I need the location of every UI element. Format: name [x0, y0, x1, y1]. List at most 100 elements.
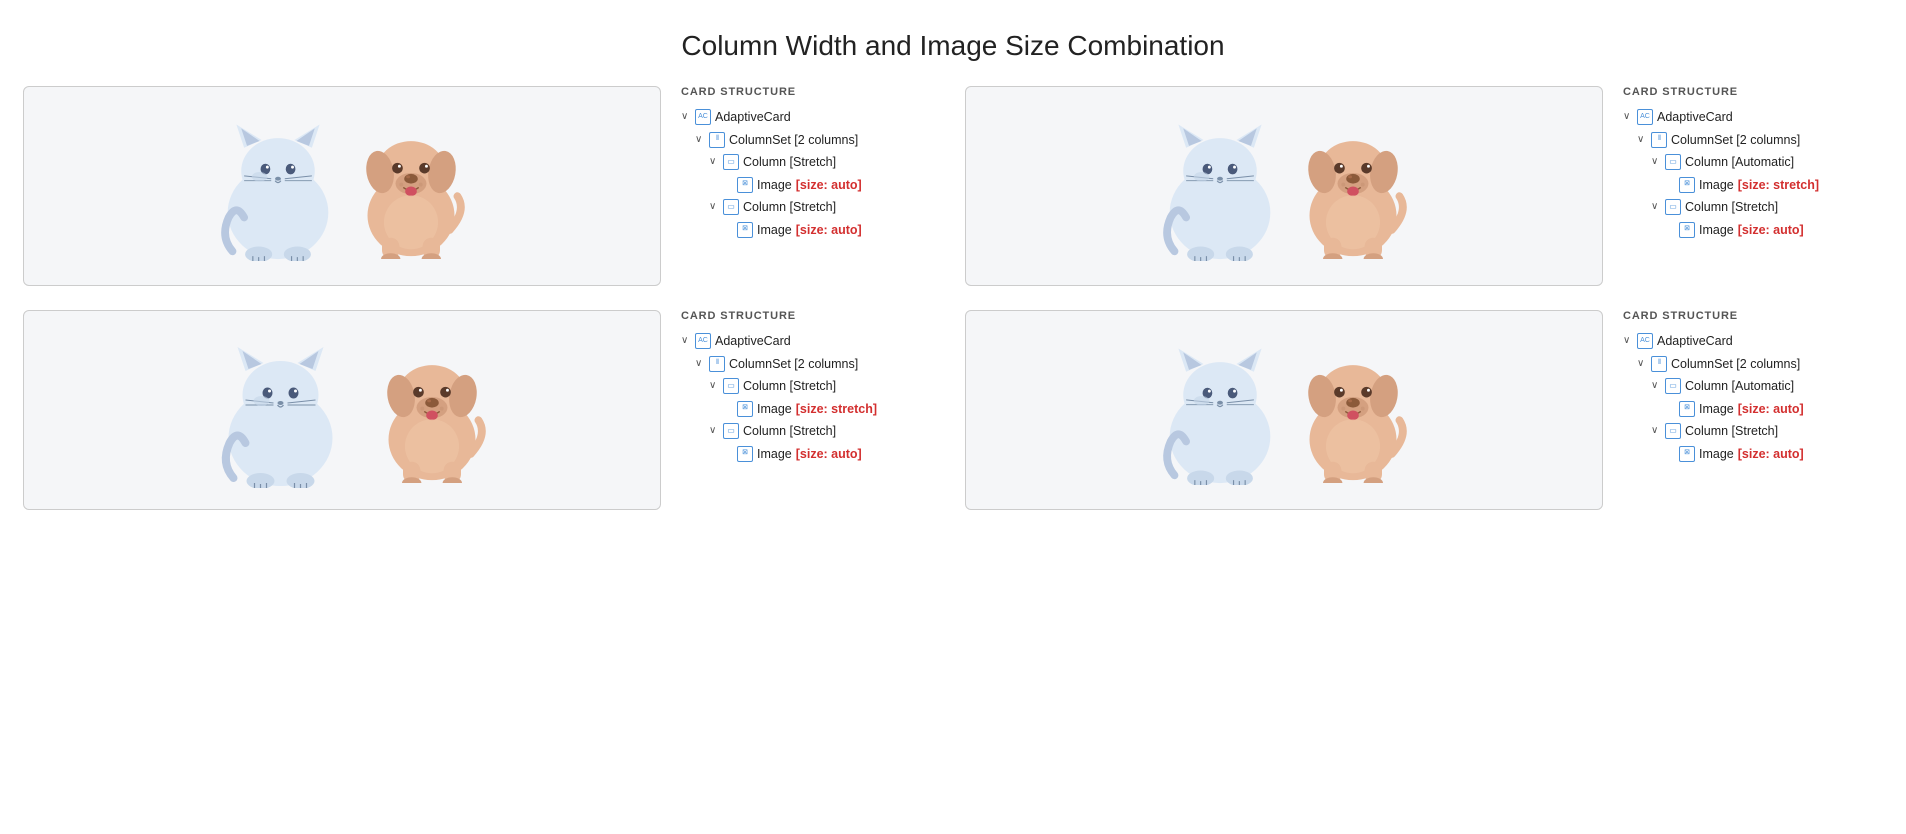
tree-label: Column [Automatic] [1685, 151, 1794, 174]
card-pair-4: CARD STRUCTURE ∨ AC AdaptiveCard ∨ ⦀ Col… [965, 310, 1883, 510]
image-icon: ⊠ [737, 401, 753, 417]
adaptive-card-icon: AC [1637, 333, 1653, 349]
tree-item: ∨ ▭ Column [Stretch] [709, 196, 941, 219]
chevron-icon: ∨ [1651, 422, 1661, 440]
tree-label: ColumnSet [2 columns] [1671, 353, 1800, 376]
adaptive-card-icon: AC [695, 333, 711, 349]
chevron-icon: ∨ [1623, 108, 1633, 126]
tree-label: Column [Automatic] [1685, 375, 1794, 398]
chevron-icon: ∨ [1637, 131, 1647, 149]
tree-item: ∨ ⊠ Image [size: auto] [1665, 219, 1883, 242]
card-pair-3: CARD STRUCTURE ∨ AC AdaptiveCard ∨ ⦀ Col… [23, 310, 941, 510]
tree-label: ColumnSet [2 columns] [729, 353, 858, 376]
page-title: Column Width and Image Size Combination [20, 30, 1886, 62]
tree-4: ∨ AC AdaptiveCard ∨ ⦀ ColumnSet [2 colum… [1623, 330, 1883, 465]
tree-item: ∨ ⊠ Image [size: stretch] [1665, 174, 1883, 197]
tree-item: ∨ ▭ Column [Automatic] [1651, 151, 1883, 174]
chevron-icon: ∨ [1637, 355, 1647, 373]
column-icon: ▭ [723, 378, 739, 394]
tree-item: ∨ ▭ Column [Stretch] [1651, 196, 1883, 219]
tree-label: Image [757, 443, 792, 466]
tree-label: Image [757, 219, 792, 242]
tree-label: Column [Stretch] [743, 375, 836, 398]
chevron-icon: ∨ [695, 355, 705, 373]
tree-item: ∨ ⊠ Image [size: auto] [723, 443, 941, 466]
column-icon: ▭ [1665, 199, 1681, 215]
card-structure-3: CARD STRUCTURE ∨ AC AdaptiveCard ∨ ⦀ Col… [681, 310, 941, 465]
card-structure-4: CARD STRUCTURE ∨ AC AdaptiveCard ∨ ⦀ Col… [1623, 310, 1883, 465]
columnset-icon: ⦀ [1651, 132, 1667, 148]
tree-highlight: [size: stretch] [1738, 174, 1819, 197]
chevron-icon: ∨ [695, 131, 705, 149]
main-grid: CARD STRUCTURE ∨ AC AdaptiveCard ∨ ⦀ Col… [23, 86, 1883, 510]
tree-item: ∨ ▭ Column [Stretch] [1651, 420, 1883, 443]
tree-item: ∨ ▭ Column [Automatic] [1651, 375, 1883, 398]
tree-highlight: [size: stretch] [796, 398, 877, 421]
tree-label: AdaptiveCard [1657, 330, 1733, 353]
card-preview-2 [965, 86, 1603, 286]
card-structure-1: CARD STRUCTURE ∨ AC AdaptiveCard ∨ ⦀ Col… [681, 86, 941, 241]
column-icon: ▭ [723, 154, 739, 170]
column-icon: ▭ [723, 423, 739, 439]
card-pair-2: CARD STRUCTURE ∨ AC AdaptiveCard ∨ ⦀ Col… [965, 86, 1883, 286]
tree-label: AdaptiveCard [715, 106, 791, 129]
card-preview-4 [965, 310, 1603, 510]
chevron-icon: ∨ [709, 153, 719, 171]
dog-image-4 [1293, 338, 1413, 483]
chevron-icon: ∨ [1623, 332, 1633, 350]
chevron-icon: ∨ [1651, 198, 1661, 216]
image-icon: ⊠ [1679, 177, 1695, 193]
structure-title-2: CARD STRUCTURE [1623, 86, 1883, 98]
tree-item: ∨ ⦀ ColumnSet [2 columns] [695, 353, 941, 376]
image-icon: ⊠ [1679, 222, 1695, 238]
structure-title-4: CARD STRUCTURE [1623, 310, 1883, 322]
structure-title-1: CARD STRUCTURE [681, 86, 941, 98]
tree-highlight: [size: auto] [1738, 443, 1804, 466]
tree-item: ∨ ⊠ Image [size: auto] [1665, 443, 1883, 466]
tree-label: Column [Stretch] [743, 151, 836, 174]
tree-label: AdaptiveCard [715, 330, 791, 353]
tree-label: ColumnSet [2 columns] [729, 129, 858, 152]
cat-image-2 [1155, 111, 1285, 261]
image-icon: ⊠ [1679, 401, 1695, 417]
tree-item: ∨ ▭ Column [Stretch] [709, 151, 941, 174]
column-icon: ▭ [1665, 423, 1681, 439]
chevron-icon: ∨ [709, 198, 719, 216]
tree-label: Column [Stretch] [1685, 196, 1778, 219]
chevron-icon: ∨ [1651, 153, 1661, 171]
columnset-icon: ⦀ [709, 356, 725, 372]
tree-item: ∨ ⊠ Image [size: auto] [723, 219, 941, 242]
chevron-icon: ∨ [709, 377, 719, 395]
dog-image-3 [372, 338, 492, 483]
tree-label: Column [Stretch] [743, 420, 836, 443]
tree-label: Image [1699, 398, 1734, 421]
adaptive-card-icon: AC [1637, 109, 1653, 125]
columnset-icon: ⦀ [1651, 356, 1667, 372]
tree-item: ∨ ⊠ Image [size: auto] [723, 174, 941, 197]
tree-1: ∨ AC AdaptiveCard ∨ ⦀ ColumnSet [2 colum… [681, 106, 941, 241]
image-icon: ⊠ [737, 177, 753, 193]
tree-label: Image [1699, 219, 1734, 242]
tree-label: Image [757, 174, 792, 197]
image-icon: ⊠ [1679, 446, 1695, 462]
tree-label: AdaptiveCard [1657, 106, 1733, 129]
column-icon: ▭ [1665, 378, 1681, 394]
columnset-icon: ⦀ [709, 132, 725, 148]
column-icon: ▭ [723, 199, 739, 215]
tree-label: ColumnSet [2 columns] [1671, 129, 1800, 152]
dog-image-2 [1293, 114, 1413, 259]
chevron-icon: ∨ [681, 108, 691, 126]
adaptive-card-icon: AC [695, 109, 711, 125]
tree-highlight: [size: auto] [796, 443, 862, 466]
chevron-icon: ∨ [681, 332, 691, 350]
image-icon: ⊠ [737, 222, 753, 238]
tree-item: ∨ ▭ Column [Stretch] [709, 375, 941, 398]
tree-label: Image [757, 398, 792, 421]
structure-title-3: CARD STRUCTURE [681, 310, 941, 322]
card-pair-1: CARD STRUCTURE ∨ AC AdaptiveCard ∨ ⦀ Col… [23, 86, 941, 286]
tree-highlight: [size: auto] [796, 219, 862, 242]
tree-label: Image [1699, 443, 1734, 466]
tree-item: ∨ AC AdaptiveCard [1623, 106, 1883, 129]
tree-item: ∨ ⊠ Image [size: stretch] [723, 398, 941, 421]
tree-item: ∨ AC AdaptiveCard [681, 106, 941, 129]
